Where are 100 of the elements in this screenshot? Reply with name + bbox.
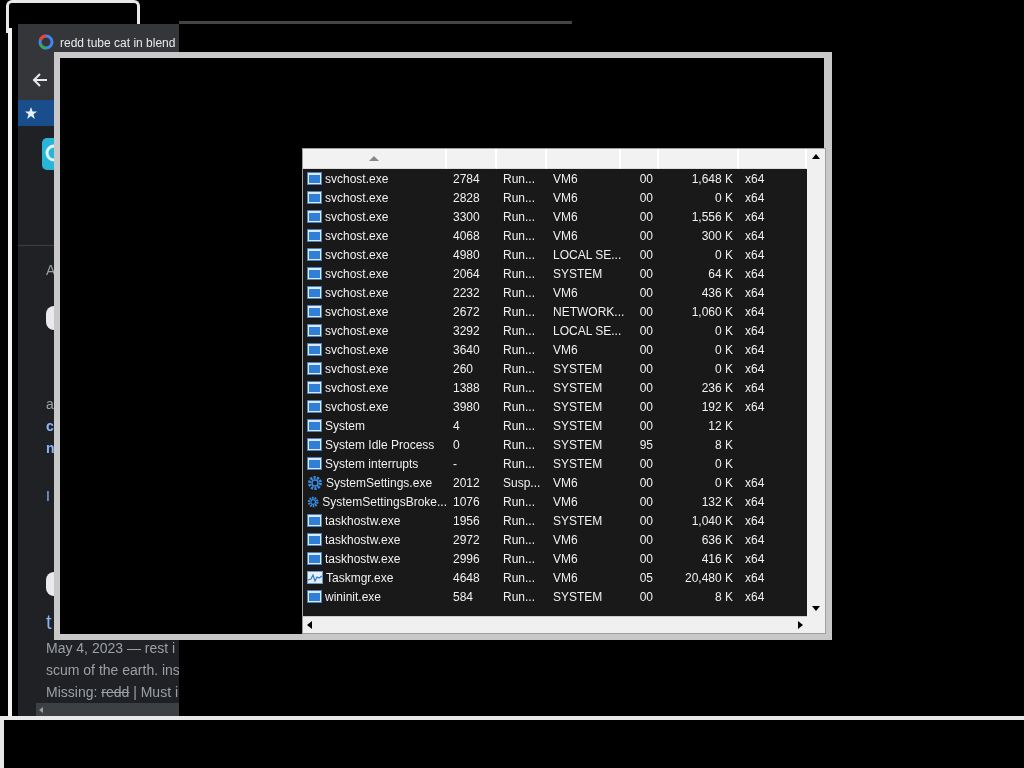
architecture-cell-text: x64 [744,570,766,585]
process-row[interactable]: svchost.exe 1388 Run... SYSTEM 00 236 K x64 [303,378,807,397]
memory-cell-text: 0 K [714,190,734,205]
column-header[interactable] [659,149,739,169]
process-name: svchost.exe [325,190,389,205]
architecture-cell-text: x64 [744,532,766,547]
pid-cell-text: 4 [452,418,461,433]
user-cell-text: SYSTEM [552,380,604,395]
status-cell-text: Run... [502,304,536,319]
user-cell-text: VM6 [552,228,579,243]
user-cell-text: SYSTEM [552,266,604,281]
process-name: System [325,418,365,433]
pid-cell-text: 3292 [452,323,481,338]
pid-cell-text: 2012 [452,475,481,490]
process-row[interactable]: svchost.exe 3292 Run... LOCAL SE... 00 0 K x64 [303,321,807,340]
window-icon [307,400,322,413]
vertical-scrollbar[interactable] [807,149,825,616]
process-row[interactable]: taskhostw.exe 2996 Run... VM6 00 416 K x64 [303,549,807,568]
horizontal-scrollbar[interactable] [303,616,807,633]
process-row[interactable]: svchost.exe 2784 Run... VM6 00 1,648 K x64 [303,169,807,188]
user-cell-text: VM6 [552,342,579,357]
process-row[interactable]: System interrupts - Run... SYSTEM 00 0 K [303,454,807,473]
pid-cell-text: 2972 [452,532,481,547]
result-link[interactable]: c [46,415,54,437]
process-row[interactable]: svchost.exe 4068 Run... VM6 00 300 K x64 [303,226,807,245]
memory-cell-text: 300 K [700,228,734,243]
process-row[interactable]: svchost.exe 3640 Run... VM6 00 0 K x64 [303,340,807,359]
result-link[interactable]: I [46,485,50,507]
cpu-cell-text: 00 [638,228,654,243]
memory-cell-text: 236 K [700,380,734,395]
process-row[interactable]: wininit.exe 584 Run... SYSTEM 00 8 K x64 [303,587,807,606]
architecture-cell-text: x64 [744,304,766,319]
user-cell-text: SYSTEM [552,513,604,528]
process-name: Taskmgr.exe [326,570,394,585]
result-title-link[interactable]: t [46,607,52,637]
cpu-cell-text: 00 [638,285,654,300]
process-row[interactable]: System Idle Process 0 Run... SYSTEM 95 8 K [303,435,807,454]
process-name: svchost.exe [325,399,389,414]
memory-cell-text: 0 K [714,475,734,490]
column-header[interactable] [547,149,621,169]
cpu-cell-text: 00 [638,380,654,395]
process-row[interactable]: System 4 Run... SYSTEM 00 12 K [303,416,807,435]
result-snippet: May 4, 2023 — rest i [46,639,176,658]
window-icon [307,305,322,318]
memory-cell-text: 12 K [707,418,734,433]
process-row[interactable]: svchost.exe 2232 Run... VM6 00 436 K x64 [303,283,807,302]
process-name: taskhostw.exe [325,513,401,528]
memory-cell-text: 636 K [700,532,734,547]
architecture-cell-text: x64 [744,513,766,528]
cpu-cell-text: 00 [638,475,654,490]
memory-cell-text: 0 K [714,323,734,338]
memory-cell-text: 1,648 K [690,171,734,186]
process-row[interactable]: svchost.exe 2064 Run... SYSTEM 00 64 K x64 [303,264,807,283]
process-row[interactable]: svchost.exe 3980 Run... SYSTEM 00 192 K x64 [303,397,807,416]
result-link[interactable]: n [46,437,55,459]
user-cell-text: VM6 [552,209,579,224]
memory-cell-text: 1,040 K [690,513,734,528]
status-cell-text: Run... [502,551,536,566]
architecture-cell-text: x64 [744,266,766,281]
site-avatar [46,572,54,596]
memory-cell-text: 8 K [714,437,734,452]
process-name: wininit.exe [325,589,382,604]
status-cell-text: Run... [502,247,536,262]
column-header[interactable] [447,149,497,169]
app-icon [42,138,54,170]
process-row[interactable]: svchost.exe 260 Run... SYSTEM 00 0 K x64 [303,359,807,378]
user-cell-text: SYSTEM [552,437,604,452]
process-row[interactable]: svchost.exe 2828 Run... VM6 00 0 K x64 [303,188,807,207]
memory-cell-text: 416 K [700,551,734,566]
window-icon [307,210,322,223]
pid-cell-text: 0 [452,437,461,452]
pid-cell-text: - [452,456,458,471]
window-icon [307,438,322,451]
memory-cell-text: 192 K [700,399,734,414]
pid-cell-text: 2996 [452,551,481,566]
cpu-cell-text: 00 [638,551,654,566]
column-header[interactable] [621,149,659,169]
process-name: svchost.exe [325,285,389,300]
process-row[interactable]: svchost.exe 3300 Run... VM6 00 1,556 K x64 [303,207,807,226]
column-header[interactable] [497,149,547,169]
browser-tab[interactable]: redd tube cat in blend [18,24,179,52]
user-cell-text: VM6 [552,532,579,547]
architecture-cell-text: x64 [744,247,766,262]
process-row[interactable]: svchost.exe 2672 Run... NETWORK... 00 1,060 K x64 [303,302,807,321]
column-header[interactable] [303,149,447,169]
status-cell-text: Run... [502,323,536,338]
pid-cell-text: 2672 [452,304,481,319]
process-row[interactable]: SystemSettings.exe 2012 Susp... VM6 00 0 K x64 [303,473,807,492]
process-row[interactable]: SystemSettingsBroke... 1076 Run... VM6 00 132 K x64 [303,492,807,511]
process-row[interactable]: taskhostw.exe 1956 Run... SYSTEM 00 1,040 K x64 [303,511,807,530]
user-cell-text: LOCAL SE... [552,323,621,338]
architecture-cell-text: x64 [744,171,766,186]
back-arrow-icon[interactable] [32,73,48,87]
process-row[interactable]: Taskmgr.exe 4648 Run... VM6 05 20,480 K x64 [303,568,807,587]
pid-cell-text: 1388 [452,380,481,395]
process-row[interactable]: taskhostw.exe 2972 Run... VM6 00 636 K x64 [303,530,807,549]
window-icon [307,381,322,394]
memory-cell-text: 1,060 K [690,304,734,319]
horizontal-scrollbar[interactable] [36,703,179,717]
process-row[interactable]: svchost.exe 4980 Run... LOCAL SE... 00 0 K x64 [303,245,807,264]
